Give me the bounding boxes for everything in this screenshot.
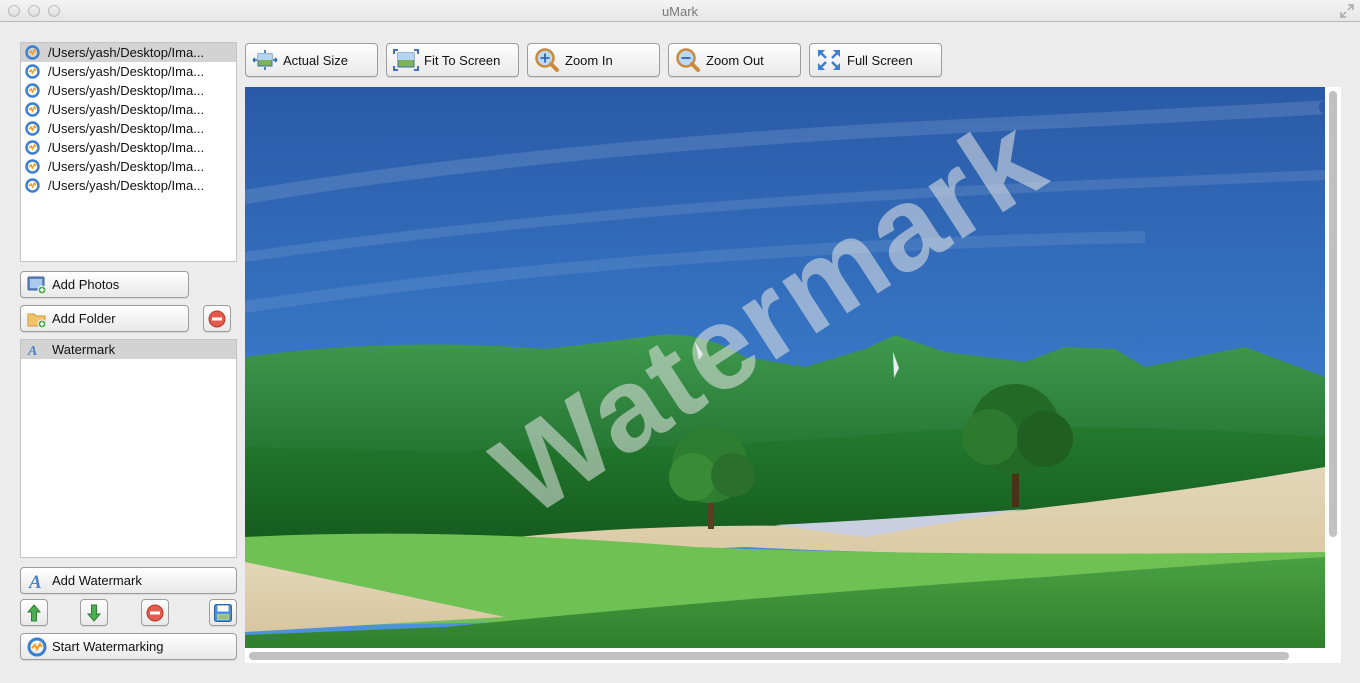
svg-text:A: A	[28, 572, 42, 591]
file-list-item[interactable]: /Users/yash/Desktop/Ima...	[21, 62, 236, 81]
save-floppy-icon	[214, 603, 232, 622]
file-list-item[interactable]: /Users/yash/Desktop/Ima...	[21, 157, 236, 176]
file-path-label: /Users/yash/Desktop/Ima...	[48, 140, 205, 155]
image-file-icon	[25, 159, 40, 174]
full-screen-icon	[818, 50, 840, 70]
app-window: uMark /Users/yash/Desktop/Ima.../Users/y…	[0, 0, 1360, 683]
zoom-out-button[interactable]: Zoom Out	[668, 43, 801, 77]
svg-text:A: A	[27, 344, 37, 357]
add-folder-icon	[27, 313, 47, 328]
zoom-in-button[interactable]: Zoom In	[527, 43, 660, 77]
actual-size-button[interactable]: Actual Size	[245, 43, 378, 77]
image-file-icon	[25, 140, 40, 155]
file-path-label: /Users/yash/Desktop/Ima...	[48, 45, 205, 60]
umark-logo-icon	[27, 637, 47, 656]
file-path-label: /Users/yash/Desktop/Ima...	[48, 159, 205, 174]
file-list-item[interactable]: /Users/yash/Desktop/Ima...	[21, 119, 236, 138]
arrow-up-icon	[26, 603, 42, 621]
file-list-item[interactable]: /Users/yash/Desktop/Ima...	[21, 100, 236, 119]
text-watermark-icon: A	[27, 344, 37, 357]
move-up-button[interactable]	[20, 599, 48, 626]
add-folder-button[interactable]: Add Folder	[20, 305, 189, 332]
remove-photo-button[interactable]	[203, 305, 231, 332]
watermark-item-label: Watermark	[52, 342, 116, 357]
add-photos-label: Add Photos	[52, 277, 120, 292]
start-watermarking-label: Start Watermarking	[52, 639, 164, 654]
file-path-label: /Users/yash/Desktop/Ima...	[48, 83, 205, 98]
remove-icon	[208, 310, 226, 327]
zoom-out-label: Zoom Out	[706, 52, 764, 68]
file-list-item[interactable]: /Users/yash/Desktop/Ima...	[21, 43, 236, 62]
actual-size-label: Actual Size	[283, 52, 349, 68]
start-watermarking-button[interactable]: Start Watermarking	[20, 633, 237, 660]
image-file-icon	[25, 45, 40, 60]
watermark-list[interactable]: A Watermark	[20, 339, 237, 558]
vertical-scrollbar[interactable]	[1329, 91, 1337, 537]
image-file-icon	[25, 178, 40, 193]
add-watermark-label: Add Watermark	[52, 573, 142, 588]
arrow-down-icon	[86, 604, 102, 622]
image-file-icon	[25, 64, 40, 79]
file-path-label: /Users/yash/Desktop/Ima...	[48, 121, 205, 136]
file-list-item[interactable]: /Users/yash/Desktop/Ima...	[21, 138, 236, 157]
fullscreen-toggle-icon[interactable]	[1340, 4, 1354, 18]
preview-photo: Watermark	[245, 87, 1325, 648]
fit-to-screen-button[interactable]: Fit To Screen	[386, 43, 519, 77]
image-file-icon	[25, 121, 40, 136]
add-photos-button[interactable]: Add Photos	[20, 271, 189, 298]
text-watermark-icon: A	[28, 572, 42, 591]
fit-to-screen-label: Fit To Screen	[424, 52, 501, 68]
watermark-list-item[interactable]: A Watermark	[21, 340, 236, 359]
file-list-item[interactable]: /Users/yash/Desktop/Ima...	[21, 81, 236, 100]
add-photo-icon	[27, 276, 47, 294]
actual-size-icon	[252, 50, 278, 70]
window-title: uMark	[661, 4, 699, 19]
horizontal-scrollbar[interactable]	[249, 652, 1289, 660]
remove-icon	[146, 604, 164, 621]
full-screen-label: Full Screen	[847, 52, 913, 68]
add-folder-label: Add Folder	[52, 311, 116, 326]
zoom-in-label: Zoom In	[565, 52, 613, 68]
title-bar: uMark	[0, 0, 1360, 22]
image-preview-panel[interactable]: Watermark	[245, 87, 1341, 663]
file-path-label: /Users/yash/Desktop/Ima...	[48, 64, 205, 79]
image-file-icon	[25, 102, 40, 117]
photo-file-list[interactable]: /Users/yash/Desktop/Ima... /Users/yash/De…	[20, 42, 237, 262]
fit-to-screen-icon	[393, 49, 419, 71]
remove-watermark-button[interactable]	[141, 599, 169, 626]
file-path-label: /Users/yash/Desktop/Ima...	[48, 178, 205, 193]
zoom-in-icon	[535, 48, 559, 72]
image-file-icon	[25, 83, 40, 98]
full-screen-button[interactable]: Full Screen	[809, 43, 942, 77]
add-watermark-button[interactable]: A Add Watermark	[20, 567, 237, 594]
save-watermark-button[interactable]	[209, 599, 237, 626]
zoom-out-icon	[676, 48, 700, 72]
file-path-label: /Users/yash/Desktop/Ima...	[48, 102, 205, 117]
file-list-item[interactable]: /Users/yash/Desktop/Ima...	[21, 176, 236, 195]
move-down-button[interactable]	[80, 599, 108, 626]
